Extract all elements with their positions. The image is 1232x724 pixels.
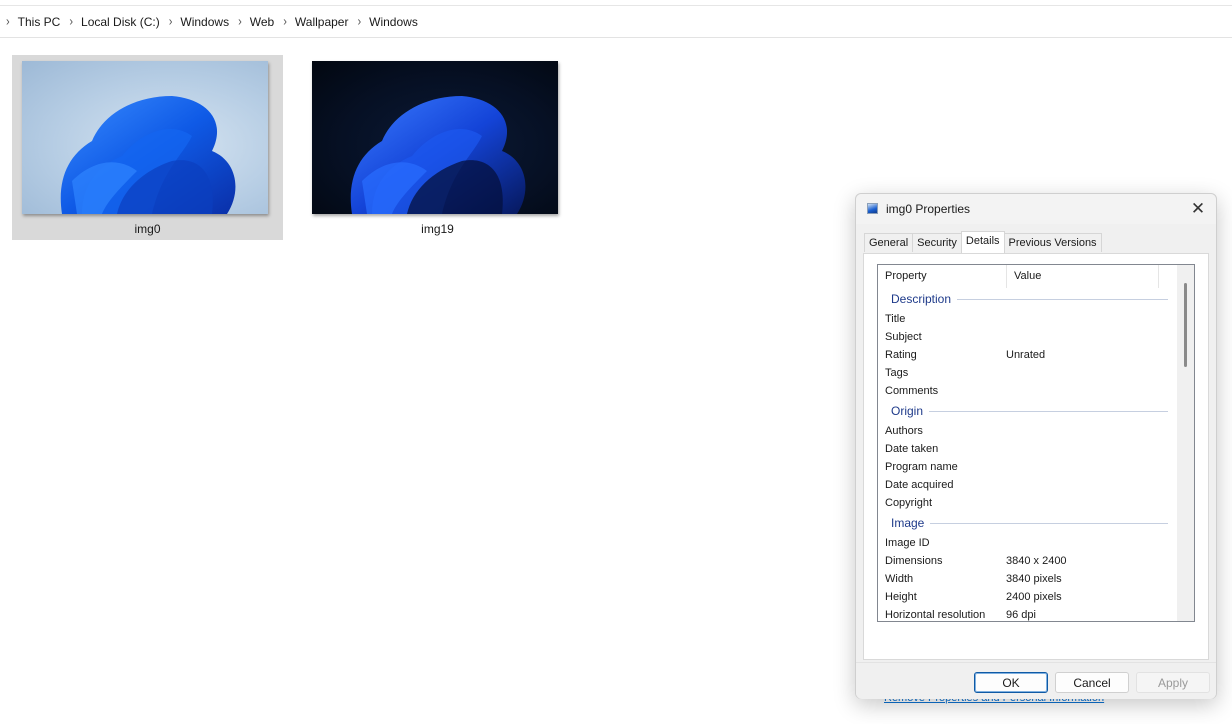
property-name: Date taken <box>885 443 939 455</box>
list-item[interactable]: Date acquired <box>878 476 1178 494</box>
list-item[interactable]: Rating Unrated <box>878 346 1178 364</box>
column-header-value[interactable]: Value <box>1007 265 1159 288</box>
property-name: Title <box>885 313 906 325</box>
column-header-property[interactable]: Property <box>878 265 1007 288</box>
bloom-wallpaper-graphic <box>350 96 526 214</box>
list-scrollbar[interactable] <box>1177 265 1194 621</box>
tab-details[interactable]: Details <box>960 231 1005 253</box>
file-tile-img19[interactable]: img19 <box>302 55 573 240</box>
list-item[interactable]: Subject <box>878 328 1178 346</box>
tab-previous-versions[interactable]: Previous Versions <box>1003 233 1102 252</box>
ok-button[interactable]: OK <box>974 672 1048 693</box>
breadcrumb-local-disk[interactable]: Local Disk (C:) <box>81 15 160 29</box>
file-name-label: img0 <box>134 222 161 236</box>
bloom-wallpaper-graphic <box>60 96 236 214</box>
property-name: Authors <box>885 425 923 437</box>
details-property-list[interactable]: Property Value Description Title Subject… <box>877 264 1195 622</box>
property-value[interactable]: Unrated <box>1006 349 1166 361</box>
group-header-description: Description <box>878 288 1178 310</box>
property-name: Tags <box>885 367 909 379</box>
chevron-right-icon[interactable]: › <box>169 14 173 28</box>
group-label: Origin <box>891 404 930 418</box>
list-item[interactable]: Date taken <box>878 440 1178 458</box>
cancel-button[interactable]: Cancel <box>1055 672 1129 693</box>
property-name: Date acquired <box>885 479 954 491</box>
property-name: Rating <box>885 349 917 361</box>
group-label: Image <box>891 516 931 530</box>
chevron-right-icon[interactable]: › <box>6 14 10 28</box>
list-item[interactable]: Copyright <box>878 494 1178 512</box>
property-name: Program name <box>885 461 958 473</box>
list-item[interactable]: Authors <box>878 422 1178 440</box>
scrollbar-thumb[interactable] <box>1184 283 1187 367</box>
breadcrumb-this-pc[interactable]: This PC <box>18 15 61 29</box>
image-file-icon <box>867 203 878 214</box>
breadcrumb-windows-current[interactable]: Windows <box>369 15 418 29</box>
property-name: Dimensions <box>885 555 943 567</box>
property-name: Height <box>885 591 917 603</box>
dialog-titlebar[interactable]: img0 Properties ✕ <box>856 194 1216 224</box>
list-item[interactable]: Dimensions 3840 x 2400 <box>878 552 1178 570</box>
property-name: Width <box>885 573 914 585</box>
chevron-right-icon[interactable]: › <box>69 14 73 28</box>
tab-general[interactable]: General <box>864 233 914 252</box>
thumbnail-image <box>22 61 268 214</box>
apply-button[interactable]: Apply <box>1136 672 1210 693</box>
chevron-right-icon[interactable]: › <box>357 14 361 28</box>
tab-security[interactable]: Security <box>912 233 962 252</box>
list-item[interactable]: Tags <box>878 364 1178 382</box>
list-item[interactable]: Width 3840 pixels <box>878 570 1178 588</box>
property-value[interactable]: 2400 pixels <box>1006 591 1166 603</box>
group-header-image: Image <box>878 512 1178 534</box>
chevron-right-icon[interactable]: › <box>283 14 287 28</box>
details-panel: Property Value Description Title Subject… <box>863 253 1209 704</box>
close-icon[interactable]: ✕ <box>1188 199 1208 219</box>
group-divider <box>957 298 1168 300</box>
list-item[interactable]: Image ID <box>878 534 1178 552</box>
property-name: Comments <box>885 385 939 397</box>
list-item[interactable]: Height 2400 pixels <box>878 588 1178 606</box>
breadcrumb-web[interactable]: Web <box>250 15 274 29</box>
property-name: Subject <box>885 331 922 343</box>
list-item[interactable]: Program name <box>878 458 1178 476</box>
list-item[interactable]: Horizontal resolution 96 dpi <box>878 606 1178 621</box>
file-name-label: img19 <box>421 222 454 236</box>
group-divider <box>929 410 1168 412</box>
thumbnail-image <box>312 61 558 214</box>
dialog-footer: OK Cancel Apply <box>856 662 1216 699</box>
dialog-title: img0 Properties <box>886 202 971 216</box>
property-name: Horizontal resolution <box>885 609 986 621</box>
dialog-tabs: General Security Details Previous Versio… <box>864 231 1102 253</box>
breadcrumb-windows[interactable]: Windows <box>180 15 229 29</box>
list-item[interactable]: Comments <box>878 382 1178 400</box>
list-header: Property Value <box>878 265 1194 288</box>
property-value[interactable]: 3840 pixels <box>1006 573 1166 585</box>
list-body: Description Title Subject Rating Unrated … <box>878 288 1178 621</box>
properties-dialog: img0 Properties ✕ General Security Detai… <box>855 193 1217 704</box>
property-value[interactable]: 3840 x 2400 <box>1006 555 1166 567</box>
group-divider <box>930 522 1168 524</box>
breadcrumb-wallpaper[interactable]: Wallpaper <box>295 15 349 29</box>
chevron-right-icon[interactable]: › <box>238 14 242 28</box>
group-label: Description <box>891 292 958 306</box>
list-item[interactable]: Title <box>878 310 1178 328</box>
property-name: Copyright <box>885 497 933 509</box>
property-value[interactable]: 96 dpi <box>1006 609 1166 621</box>
address-breadcrumb[interactable]: › This PC › Local Disk (C:) › Windows › … <box>0 6 1232 38</box>
file-tile-img0[interactable]: img0 <box>12 55 283 240</box>
property-name: Image ID <box>885 537 930 549</box>
group-header-origin: Origin <box>878 400 1178 422</box>
